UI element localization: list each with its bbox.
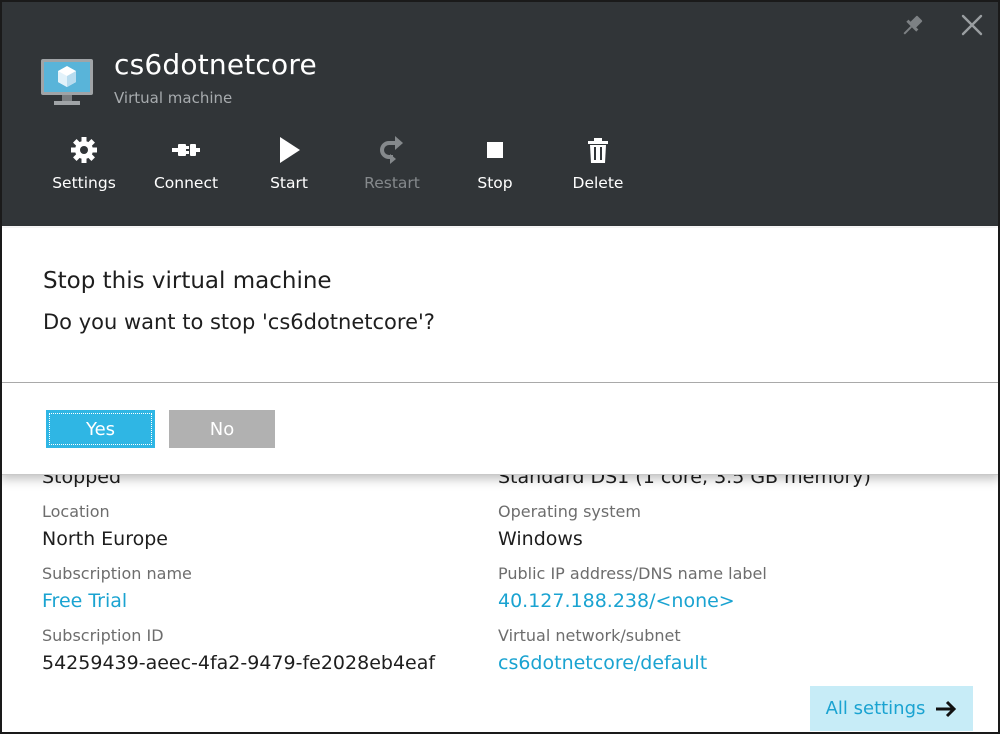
settings-button[interactable]: Settings <box>36 132 132 198</box>
stop-button[interactable]: Stop <box>447 132 543 198</box>
yes-button[interactable]: Yes <box>46 410 155 448</box>
virtual-machine-icon <box>41 59 93 105</box>
restart-label: Restart <box>364 174 420 192</box>
subscription-id-value: 54259439-aeec-4fa2-9479-fe2028eb4eaf <box>42 652 436 674</box>
plug-connect-icon <box>172 144 200 156</box>
start-label: Start <box>270 174 308 192</box>
blade-header: cs6dotnetcore Virtual machine Settings C… <box>0 0 1000 226</box>
stop-icon <box>487 142 503 158</box>
location-label: Location <box>42 502 110 521</box>
connect-label: Connect <box>153 174 219 192</box>
restart-button[interactable]: Restart <box>344 132 440 198</box>
pin-icon[interactable] <box>898 12 926 40</box>
all-settings-button[interactable]: All settings <box>810 686 973 731</box>
dialog-divider <box>0 382 1000 383</box>
delete-button[interactable]: Delete <box>550 132 646 198</box>
close-icon[interactable] <box>958 11 986 39</box>
arrow-right-icon <box>936 700 957 717</box>
os-label: Operating system <box>498 502 641 521</box>
public-ip-link[interactable]: 40.127.188.238/<none> <box>498 590 735 612</box>
subscription-name-label: Subscription name <box>42 564 192 583</box>
no-button[interactable]: No <box>169 410 275 448</box>
all-settings-label: All settings <box>825 698 926 719</box>
public-ip-label: Public IP address/DNS name label <box>498 564 767 583</box>
play-icon <box>280 137 300 163</box>
dialog-title: Stop this virtual machine <box>43 268 332 294</box>
subscription-name-link[interactable]: Free Trial <box>42 590 127 612</box>
restart-icon <box>380 136 403 164</box>
page-title: cs6dotnetcore <box>114 48 317 81</box>
location-value: North Europe <box>42 528 168 550</box>
stop-label: Stop <box>477 174 513 192</box>
connect-button[interactable]: Connect <box>138 132 234 198</box>
stop-confirmation-dialog: Stop this virtual machine Do you want to… <box>0 228 1000 475</box>
vnet-link[interactable]: cs6dotnetcore/default <box>498 652 707 674</box>
trash-icon <box>588 138 608 163</box>
dialog-message: Do you want to stop 'cs6dotnetcore'? <box>43 310 435 334</box>
os-value: Windows <box>498 528 583 550</box>
gear-icon <box>71 137 97 163</box>
page-subtitle: Virtual machine <box>114 89 233 107</box>
delete-label: Delete <box>572 174 624 192</box>
vnet-label: Virtual network/subnet <box>498 626 681 645</box>
subscription-id-label: Subscription ID <box>42 626 164 645</box>
settings-label: Settings <box>52 174 116 192</box>
start-button[interactable]: Start <box>241 132 337 198</box>
